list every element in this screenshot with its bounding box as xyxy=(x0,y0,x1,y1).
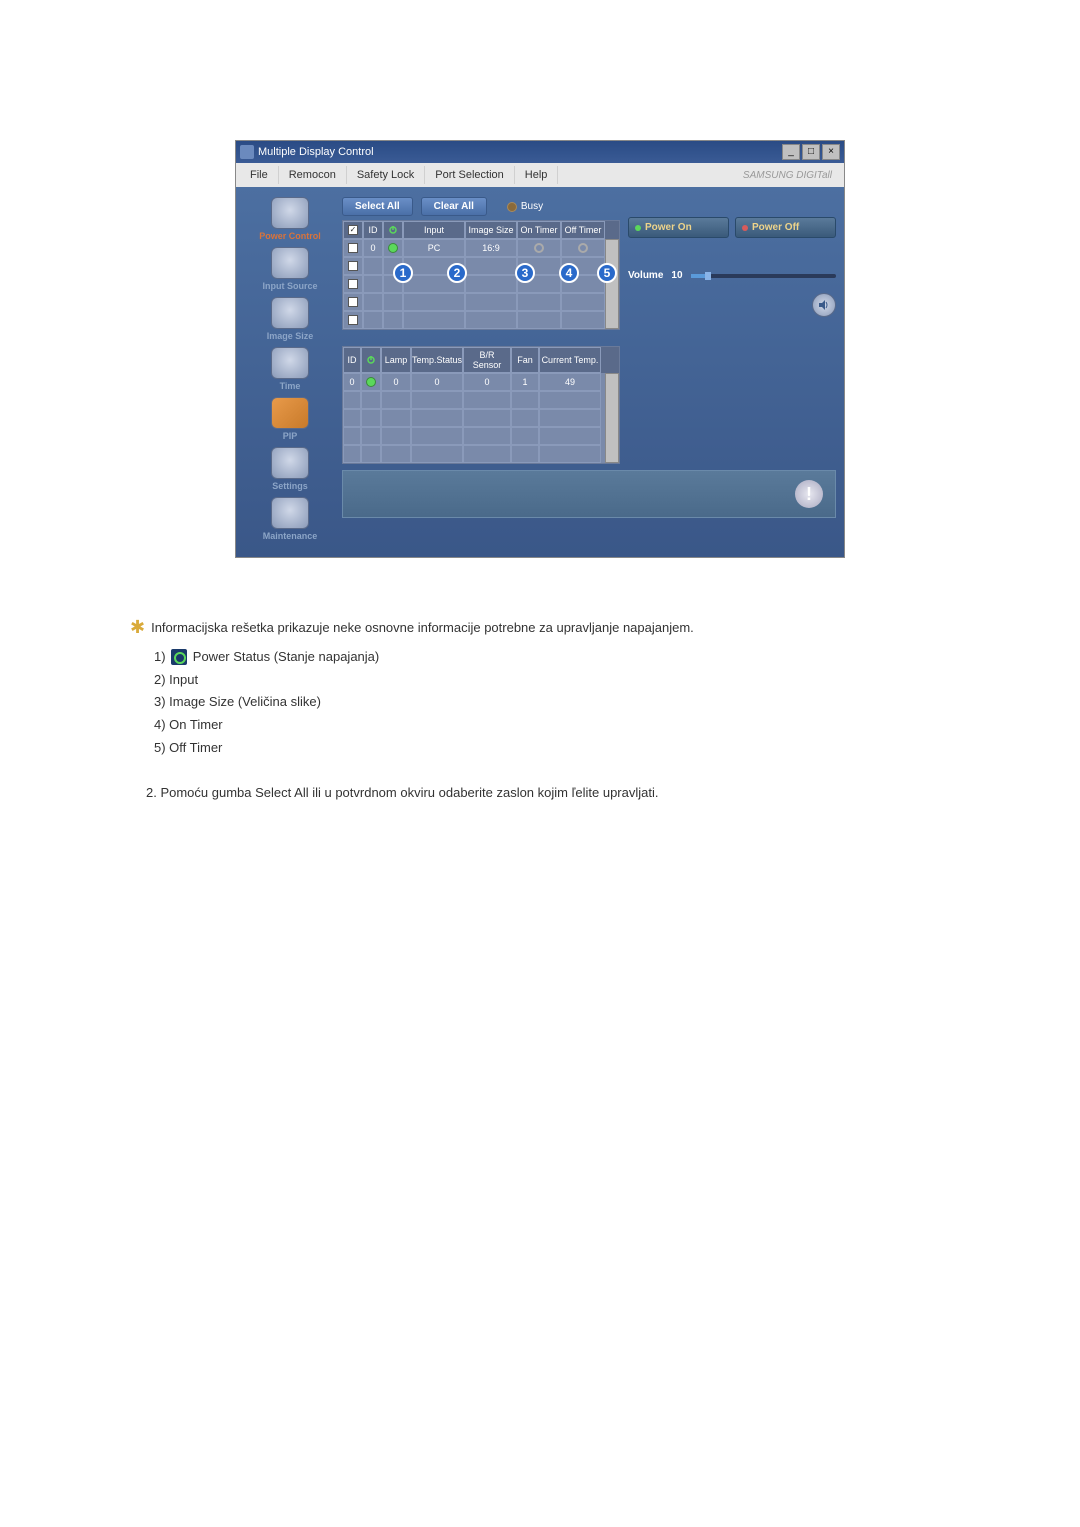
menu-safety-lock[interactable]: Safety Lock xyxy=(347,166,425,184)
sidebar-power-control[interactable]: Power Control xyxy=(250,197,330,241)
window-title: Multiple Display Control xyxy=(258,146,374,158)
sidebar-image-size[interactable]: Image Size xyxy=(250,297,330,341)
brand-logo: SAMSUNG DIGITall xyxy=(743,170,840,181)
busy-dot-icon xyxy=(507,202,517,212)
volume-control: Volume 10 xyxy=(628,270,836,281)
busy-indicator: Busy xyxy=(507,201,543,212)
volume-label: Volume xyxy=(628,270,663,281)
sidebar-pip[interactable]: PIP xyxy=(250,397,330,441)
speaker-button[interactable] xyxy=(812,293,836,317)
col-image-size: Image Size xyxy=(465,221,517,239)
col-br-sensor: B/R Sensor xyxy=(463,347,511,373)
table-row xyxy=(343,391,605,409)
green-dot-icon xyxy=(635,225,641,231)
red-dot-icon xyxy=(742,225,748,231)
content-area: Power Control Input Source Image Size Ti… xyxy=(236,187,844,557)
on-timer-icon xyxy=(534,243,544,253)
volume-slider[interactable] xyxy=(691,274,836,278)
status-grid: ID Lamp Temp.Status B/R Sensor Fan Curre… xyxy=(342,346,620,464)
table-row xyxy=(343,427,605,445)
scrollbar[interactable] xyxy=(605,239,619,329)
info-icon: ! xyxy=(795,480,823,508)
table-row[interactable]: 0 0 0 0 1 49 xyxy=(343,373,605,391)
pip-icon xyxy=(271,397,309,429)
maximize-button[interactable]: □ xyxy=(802,144,820,160)
list-item: 3) Image Size (Veličina slike) xyxy=(154,692,950,713)
table-row xyxy=(343,293,605,311)
main-panel: Select All Clear All Busy 1 2 3 4 xyxy=(342,197,836,549)
image-size-icon xyxy=(271,297,309,329)
col-input: Input xyxy=(403,221,465,239)
minimize-button[interactable]: _ xyxy=(782,144,800,160)
header-checkbox[interactable] xyxy=(348,225,358,235)
paragraph-2: 2. Pomoću gumba Select All ili u potvrdn… xyxy=(146,783,950,804)
input-icon xyxy=(271,247,309,279)
list-item: 5) Off Timer xyxy=(154,738,950,759)
list-item: 1) Power Status (Stanje napajanja) xyxy=(154,647,950,668)
power-status-icon xyxy=(388,243,398,253)
document-text: ✱ Informacijska rešetka prikazuje neke o… xyxy=(130,618,950,804)
sidebar-input-source[interactable]: Input Source xyxy=(250,247,330,291)
table-row xyxy=(343,311,605,329)
col-checkbox xyxy=(343,221,363,239)
sidebar: Power Control Input Source Image Size Ti… xyxy=(244,197,336,549)
star-icon: ✱ xyxy=(130,618,145,639)
col-id2: ID xyxy=(343,347,361,373)
volume-value: 10 xyxy=(671,270,682,281)
power-status-icon xyxy=(366,377,376,387)
titlebar: Multiple Display Control _ □ × xyxy=(236,141,844,163)
volume-thumb[interactable] xyxy=(705,272,711,280)
speaker-icon xyxy=(818,299,830,311)
menu-help[interactable]: Help xyxy=(515,166,559,184)
menubar: File Remocon Safety Lock Port Selection … xyxy=(236,163,844,187)
col-on-timer: On Timer xyxy=(517,221,561,239)
col-temp-status: Temp.Status xyxy=(411,347,463,373)
col-current-temp: Current Temp. xyxy=(539,347,601,373)
clear-all-button[interactable]: Clear All xyxy=(421,197,487,216)
table-row xyxy=(343,409,605,427)
col-lamp: Lamp xyxy=(381,347,411,373)
maintenance-icon xyxy=(271,497,309,529)
table-row xyxy=(343,445,605,463)
sidebar-time[interactable]: Time xyxy=(250,347,330,391)
sidebar-maintenance[interactable]: Maintenance xyxy=(250,497,330,541)
table-row xyxy=(343,275,605,293)
intro-text: Informacijska rešetka prikazuje neke osn… xyxy=(151,618,694,639)
settings-icon xyxy=(271,447,309,479)
menu-file[interactable]: File xyxy=(240,166,279,184)
table-row xyxy=(343,257,605,275)
row-checkbox[interactable] xyxy=(348,243,358,253)
off-timer-icon xyxy=(578,243,588,253)
scrollbar[interactable] xyxy=(605,373,619,463)
col-id: ID xyxy=(363,221,383,239)
col-off-timer: Off Timer xyxy=(561,221,605,239)
power-icon xyxy=(271,197,309,229)
list-item: 4) On Timer xyxy=(154,715,950,736)
sidebar-settings[interactable]: Settings xyxy=(250,447,330,491)
col-fan: Fan xyxy=(511,347,539,373)
app-window: Multiple Display Control _ □ × File Remo… xyxy=(235,140,845,558)
display-grid: 1 2 3 4 5 ID Input Image Size On xyxy=(342,220,620,330)
col-pwr2 xyxy=(361,347,381,373)
list-item: 2) Input xyxy=(154,670,950,691)
power-on-button[interactable]: Power On xyxy=(628,217,729,238)
close-button[interactable]: × xyxy=(822,144,840,160)
power-off-button[interactable]: Power Off xyxy=(735,217,836,238)
right-panel: Power On Power Off Volume 10 xyxy=(628,197,836,464)
time-icon xyxy=(271,347,309,379)
table-row[interactable]: 0 PC 16:9 xyxy=(343,239,605,257)
app-icon xyxy=(240,145,254,159)
select-all-button[interactable]: Select All xyxy=(342,197,413,216)
col-power xyxy=(383,221,403,239)
status-bar: ! xyxy=(342,470,836,518)
menu-remocon[interactable]: Remocon xyxy=(279,166,347,184)
power-badge-icon xyxy=(171,649,187,665)
menu-port-selection[interactable]: Port Selection xyxy=(425,166,514,184)
